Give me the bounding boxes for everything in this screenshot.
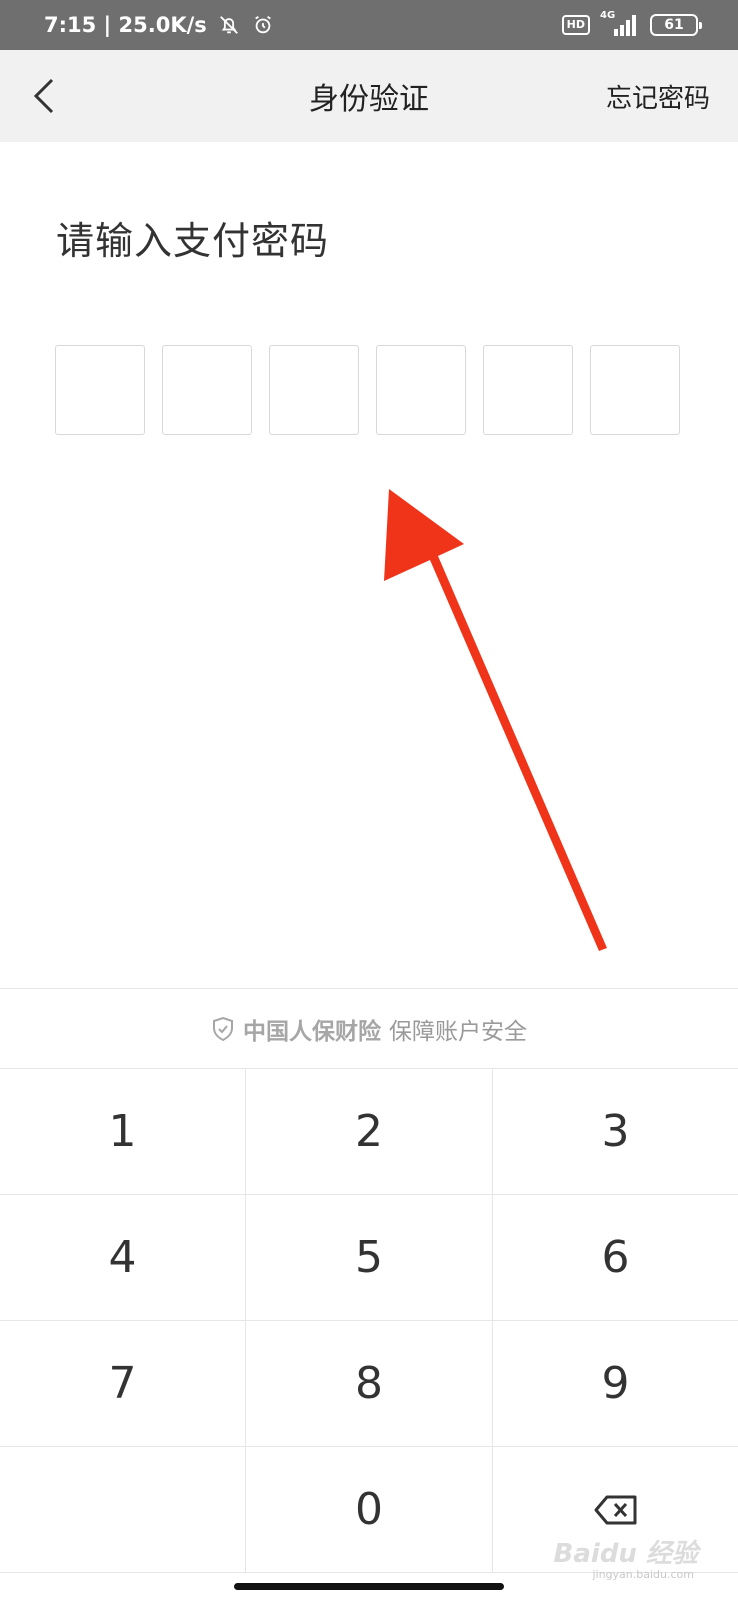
alarm-icon xyxy=(251,13,275,37)
battery-level: 61 xyxy=(664,17,684,33)
pin-digit-box[interactable] xyxy=(483,345,573,435)
key-4[interactable]: 4 xyxy=(0,1195,246,1321)
signal-icon: 4G xyxy=(600,10,640,38)
status-right: HD 4G 61 xyxy=(561,10,702,38)
backspace-icon xyxy=(594,1495,636,1524)
pin-digit-box[interactable] xyxy=(162,345,252,435)
security-notice: 中国人保财险 保障账户安全 xyxy=(0,988,738,1068)
status-bar: 7:15 | 25.0K/s HD 4G 61 xyxy=(0,0,738,50)
mute-bell-icon xyxy=(217,13,241,37)
key-0[interactable]: 0 xyxy=(246,1447,493,1573)
numeric-keypad: 1 2 3 4 5 6 7 8 9 0 xyxy=(0,1068,738,1573)
pin-digit-box[interactable] xyxy=(269,345,359,435)
key-blank xyxy=(0,1447,246,1573)
pin-input[interactable] xyxy=(55,345,680,435)
forgot-password-button[interactable]: 忘记密码 xyxy=(606,78,710,115)
pin-digit-box[interactable] xyxy=(55,345,145,435)
home-indicator[interactable] xyxy=(234,1583,504,1590)
key-9[interactable]: 9 xyxy=(493,1321,738,1447)
baidu-watermark: Baidu 经验 xyxy=(553,1539,698,1569)
key-8[interactable]: 8 xyxy=(246,1321,493,1447)
password-prompt: 请输入支付密码 xyxy=(56,219,330,263)
shield-check-icon xyxy=(213,1016,233,1041)
insurer-name: 中国人保财险 xyxy=(243,1018,381,1045)
nav-header: 身份验证 忘记密码 xyxy=(0,50,738,142)
watermark-url: jingyan.baidu.com xyxy=(592,1568,694,1581)
hd-badge: HD xyxy=(561,15,590,35)
key-3[interactable]: 3 xyxy=(493,1069,738,1195)
status-time-speed: 7:15 | 25.0K/s xyxy=(44,13,207,37)
key-1[interactable]: 1 xyxy=(0,1069,246,1195)
security-text: 保障账户安全 xyxy=(389,1018,527,1045)
key-2[interactable]: 2 xyxy=(246,1069,493,1195)
battery-icon: 61 xyxy=(650,14,702,36)
key-6[interactable]: 6 xyxy=(493,1195,738,1321)
network-type: 4G xyxy=(600,10,616,21)
status-left: 7:15 | 25.0K/s xyxy=(44,13,275,37)
pin-digit-box[interactable] xyxy=(376,345,466,435)
key-7[interactable]: 7 xyxy=(0,1321,246,1447)
key-5[interactable]: 5 xyxy=(246,1195,493,1321)
pin-digit-box[interactable] xyxy=(590,345,680,435)
